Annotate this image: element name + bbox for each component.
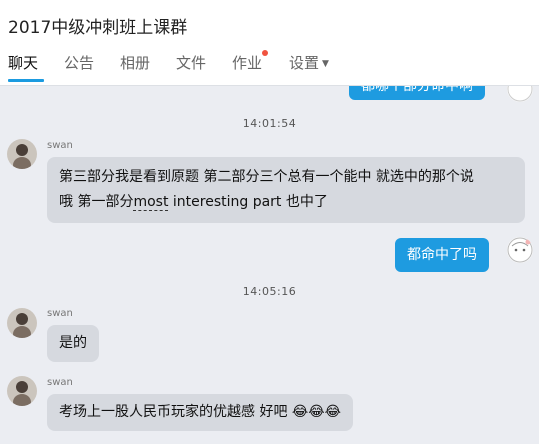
tab-settings[interactable]: 设置 ▼	[289, 52, 329, 85]
homework-notification-dot	[262, 50, 268, 56]
group-title: 2017中级冲刺班上课群	[8, 18, 188, 38]
message-bubble: 第三部分我是看到原题 第二部分三个总有一个能中 就选中的那个说 哦 第一部分mo…	[47, 157, 525, 223]
message-text: 是的	[59, 335, 87, 351]
chat-window-header: 2017中级冲刺班上课群 聊天 公告 相册 文件 作业 设置 ▼	[0, 0, 539, 86]
message-bubble: 考场上一股人民币玩家的优越感 好吧 😂😂😂	[47, 394, 353, 431]
message-line: 哦 第一部分most interesting part 也中了	[59, 190, 513, 215]
message-line: 第三部分我是看到原题 第二部分三个总有一个能中 就选中的那个说	[59, 169, 474, 185]
message-text-underlined: most	[133, 194, 169, 211]
self-avatar[interactable]	[507, 237, 533, 263]
chat-message-list[interactable]: 都哪个部分命中啊 14:01:54 swan 第三部分我是看到原题 第二部分三个…	[0, 86, 539, 444]
timestamp: 14:01:54	[242, 117, 297, 130]
tab-bar: 聊天 公告 相册 文件 作业 设置 ▼	[0, 52, 539, 85]
sender-name: swan	[47, 377, 73, 388]
message-bubble: 是的	[47, 325, 99, 362]
message-text: 都命中了吗	[407, 247, 477, 263]
sender-name: swan	[47, 140, 73, 151]
tab-homework[interactable]: 作业	[232, 52, 262, 85]
message-self: 都命中了吗	[395, 238, 489, 272]
message-text: 考场上一股人民币玩家的优越感 好吧	[59, 404, 288, 420]
message-text: interesting part 也中了	[168, 194, 328, 210]
message-text: 都哪个部分命中啊	[361, 86, 473, 94]
chevron-down-icon: ▼	[322, 58, 329, 69]
tab-files[interactable]: 文件	[176, 52, 206, 85]
tab-announcements[interactable]: 公告	[64, 52, 94, 85]
sender-avatar[interactable]	[7, 376, 37, 406]
sender-name: swan	[47, 308, 73, 319]
timestamp: 14:05:16	[242, 285, 297, 298]
message-self-partial: 都哪个部分命中啊	[349, 86, 485, 100]
laughing-emoji: 😂😂😂	[291, 404, 341, 420]
self-avatar[interactable]	[507, 86, 533, 102]
tab-settings-label: 设置	[289, 54, 320, 72]
sender-avatar[interactable]	[7, 139, 37, 169]
message-text: 哦 第一部分	[59, 194, 134, 210]
sender-avatar[interactable]	[7, 308, 37, 338]
active-tab-indicator	[8, 79, 44, 82]
tab-album[interactable]: 相册	[120, 52, 150, 85]
